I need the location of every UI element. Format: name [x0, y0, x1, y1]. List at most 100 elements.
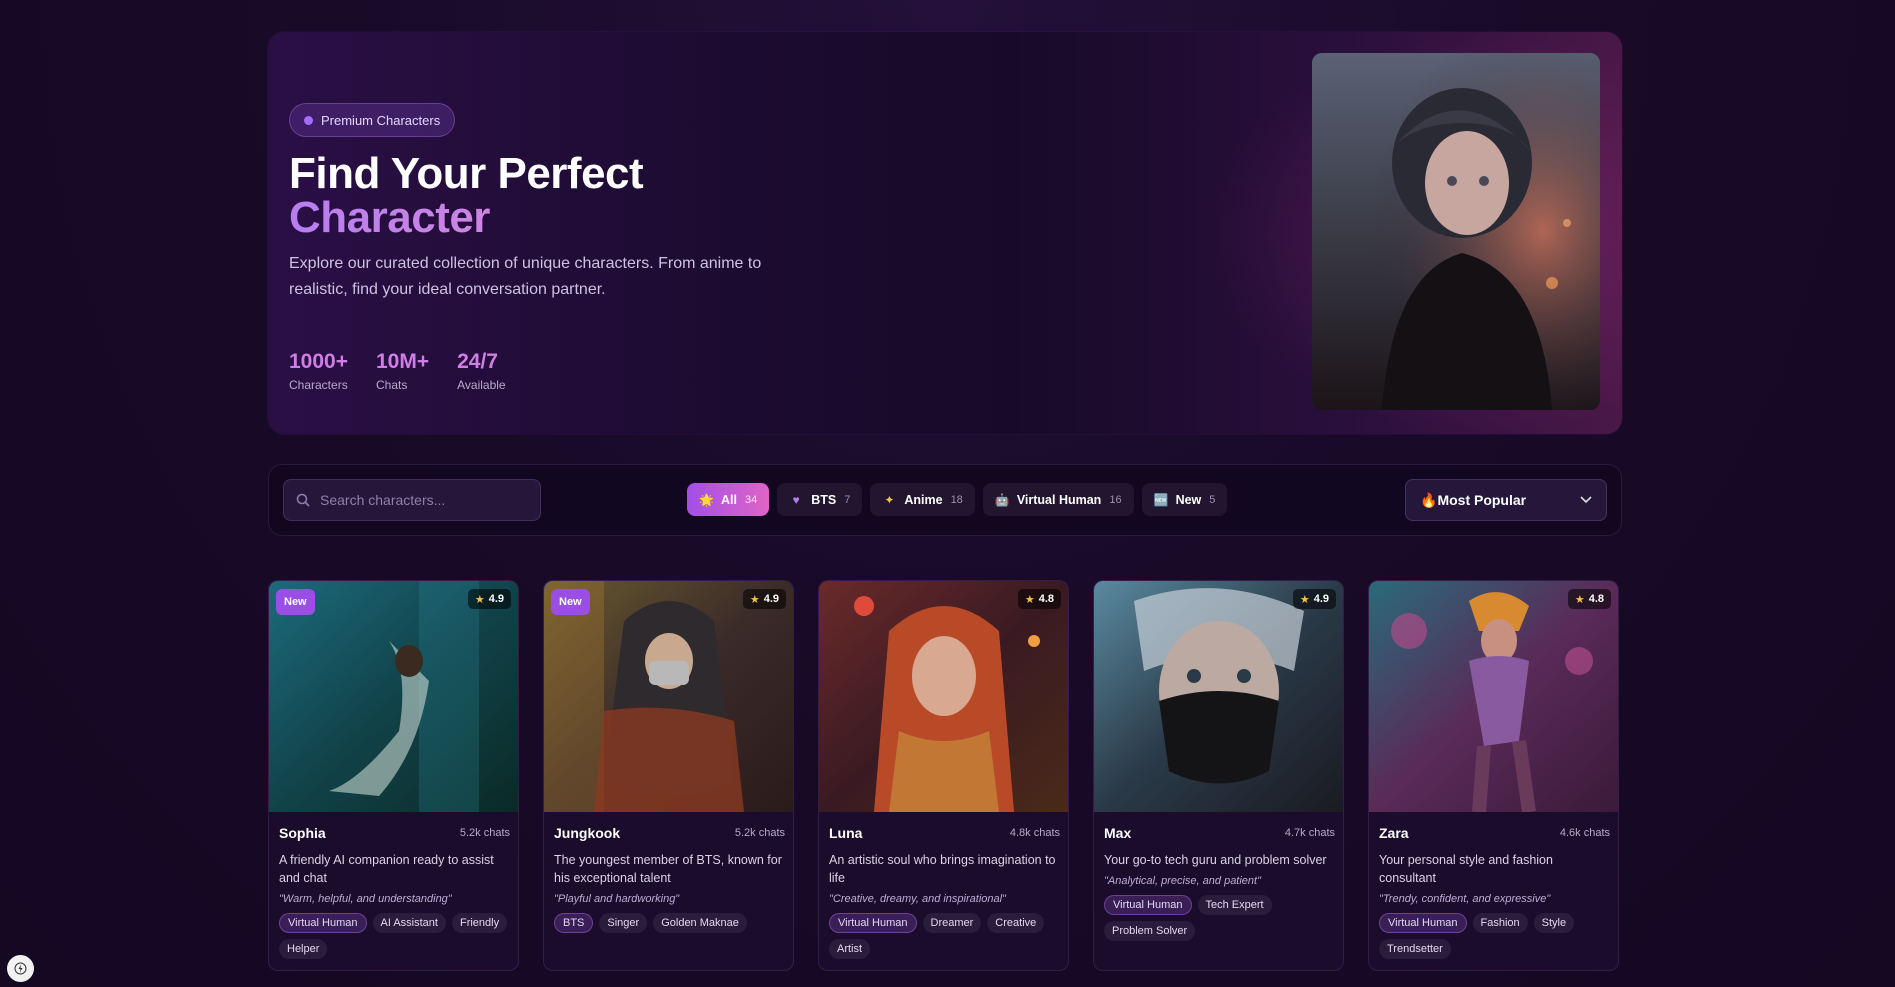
character-card-luna[interactable]: ★ 4.8 Luna 4.8k chats An artistic soul who… — [818, 580, 1069, 971]
card-body: Jungkook 5.2k chats The youngest member o… — [554, 825, 785, 933]
tab-bts[interactable]: ♥ BTS 7 — [777, 483, 863, 516]
tab-count: 34 — [744, 493, 758, 506]
chat-count: 4.7k chats — [1284, 827, 1335, 839]
chat-count: 5.2k chats — [459, 827, 510, 839]
rating-badge: ★ 4.8 — [1567, 589, 1611, 609]
character-card-max[interactable]: ★ 4.9 Max 4.7k chats Your go-to tech guru … — [1093, 580, 1344, 971]
new-icon: 🆕 — [1153, 492, 1169, 507]
character-quote: "Playful and hardworking" — [554, 893, 680, 905]
character-description: The youngest member of BTS, known for hi… — [554, 853, 782, 885]
search-input[interactable] — [320, 492, 520, 508]
tab-anime[interactable]: ✦ Anime 18 — [870, 483, 975, 516]
chat-count: 4.8k chats — [1009, 827, 1060, 839]
stat-label: Characters — [289, 378, 348, 392]
chat-count: 4.6k chats — [1559, 827, 1610, 839]
rating-badge: ★ 4.9 — [742, 589, 786, 609]
hero-banner: Premium Characters Find Your Perfect Cha… — [268, 32, 1622, 434]
badge-label: Premium Characters — [321, 112, 441, 128]
rating-value: 4.9 — [1313, 593, 1329, 605]
star-icon: ★ — [1024, 593, 1035, 606]
tag: Fashion — [1472, 913, 1528, 933]
tag: Virtual Human — [829, 913, 917, 933]
character-name: Luna — [829, 825, 863, 841]
character-image — [819, 581, 1068, 812]
hero-description: Explore our curated collection of unique… — [289, 255, 762, 298]
rating-badge: ★ 4.9 — [467, 589, 511, 609]
stat-value: 1000+ — [289, 350, 348, 373]
robot-icon: 🤖 — [994, 492, 1010, 507]
new-badge: New — [551, 589, 590, 615]
star-icon: ★ — [1574, 593, 1585, 606]
character-name: Jungkook — [554, 825, 621, 841]
rating-badge: ★ 4.9 — [1292, 589, 1336, 609]
hero-title: Find Your Perfect Character — [289, 152, 644, 240]
tag-list: Virtual Human Tech Expert Problem Solver — [1104, 895, 1335, 941]
tag: BTS — [554, 913, 594, 933]
heart-icon: ♥ — [792, 492, 800, 507]
card-body: Sophia 5.2k chats A friendly AI companion… — [279, 825, 510, 959]
stat-label: Chats — [375, 378, 408, 392]
rating-value: 4.8 — [1588, 593, 1604, 605]
character-quote: "Warm, helpful, and understanding" — [279, 893, 452, 905]
character-quote: "Trendy, confident, and expressive" — [1379, 893, 1551, 905]
sort-label: Most Popular — [1437, 491, 1527, 508]
tag-list: Virtual Human AI Assistant Friendly Help… — [279, 913, 510, 959]
character-description: An artistic soul who brings imagination … — [829, 853, 1056, 885]
hero-portrait-art — [1312, 53, 1600, 410]
tag: Golden Maknae — [653, 913, 747, 933]
card-body: Luna 4.8k chats An artistic soul who brin… — [829, 825, 1060, 959]
character-card-jungkook[interactable]: New ★ 4.9 Jungkook 5.2k chats The youngest… — [543, 580, 794, 971]
character-image — [269, 581, 518, 812]
tag: Creative — [987, 913, 1045, 933]
filter-bar: 🌟 All 34 ♥ BTS 7 ✦ Anime 18 🤖 Virtual Hu… — [268, 464, 1622, 536]
character-name: Max — [1104, 825, 1132, 841]
rating-value: 4.8 — [1038, 593, 1054, 605]
rating-badge: ★ 4.8 — [1017, 589, 1061, 609]
character-description: Your go-to tech guru and problem solver — [1104, 853, 1327, 867]
new-badge: New — [276, 589, 315, 615]
badge-dot-icon — [304, 115, 313, 125]
tag-list: Virtual Human Fashion Style Trendsetter — [1379, 913, 1610, 959]
tab-new[interactable]: 🆕 New 5 — [1141, 483, 1228, 516]
tab-label: New — [1175, 492, 1202, 507]
tag: Friendly — [451, 913, 508, 933]
sort-dropdown[interactable]: 🔥Most Popular — [1405, 479, 1607, 521]
tag-list: BTS Singer Golden Maknae — [554, 913, 785, 933]
tag: Helper — [279, 939, 328, 959]
character-quote: "Analytical, precise, and patient" — [1104, 875, 1262, 887]
character-quote: "Creative, dreamy, and inspirational" — [829, 893, 1006, 905]
tab-all[interactable]: 🌟 All 34 — [687, 483, 770, 516]
premium-badge: Premium Characters — [289, 103, 456, 137]
devtools-button[interactable] — [7, 955, 34, 982]
card-body: Max 4.7k chats Your go-to tech guru and p… — [1104, 825, 1335, 941]
card-body: Zara 4.6k chats Your personal style and f… — [1379, 825, 1610, 959]
stat-characters: 1000+ Characters — [289, 350, 348, 392]
hero-stats: 1000+ Characters 10M+ Chats 24/7 Availab… — [289, 350, 506, 392]
tag: AI Assistant — [372, 913, 446, 933]
tab-count: 5 — [1209, 493, 1216, 506]
character-card-zara[interactable]: ★ 4.8 Zara 4.6k chats Your personal style … — [1368, 580, 1619, 971]
tag: Virtual Human — [279, 913, 367, 933]
tab-virtual-human[interactable]: 🤖 Virtual Human 16 — [982, 483, 1134, 516]
category-tabs: 🌟 All 34 ♥ BTS 7 ✦ Anime 18 🤖 Virtual Hu… — [687, 483, 1228, 516]
tag-list: Virtual Human Dreamer Creative Artist — [829, 913, 1060, 959]
tab-label: Anime — [904, 492, 943, 507]
hero-title-line2: Character — [289, 196, 643, 240]
fire-icon: 🔥 — [1420, 491, 1438, 508]
character-image — [1369, 581, 1618, 812]
character-name: Zara — [1379, 825, 1409, 841]
lightning-icon — [14, 962, 27, 975]
rating-value: 4.9 — [488, 593, 504, 605]
tab-label: BTS — [811, 492, 837, 507]
star-icon: ★ — [749, 593, 760, 606]
character-card-sophia[interactable]: New ★ 4.9 Sophia 5.2k chats A friendly AI … — [268, 580, 519, 971]
chevron-down-icon — [1580, 496, 1592, 504]
stat-value: 24/7 — [457, 350, 498, 373]
sort-selected: 🔥Most Popular — [1420, 492, 1526, 509]
search-box[interactable] — [283, 479, 541, 521]
star-icon: 🌟 — [699, 492, 714, 507]
tab-label: Virtual Human — [1016, 492, 1102, 507]
tab-count: 18 — [950, 493, 963, 506]
tag: Style — [1533, 913, 1575, 933]
tag: Tech Expert — [1197, 895, 1272, 915]
